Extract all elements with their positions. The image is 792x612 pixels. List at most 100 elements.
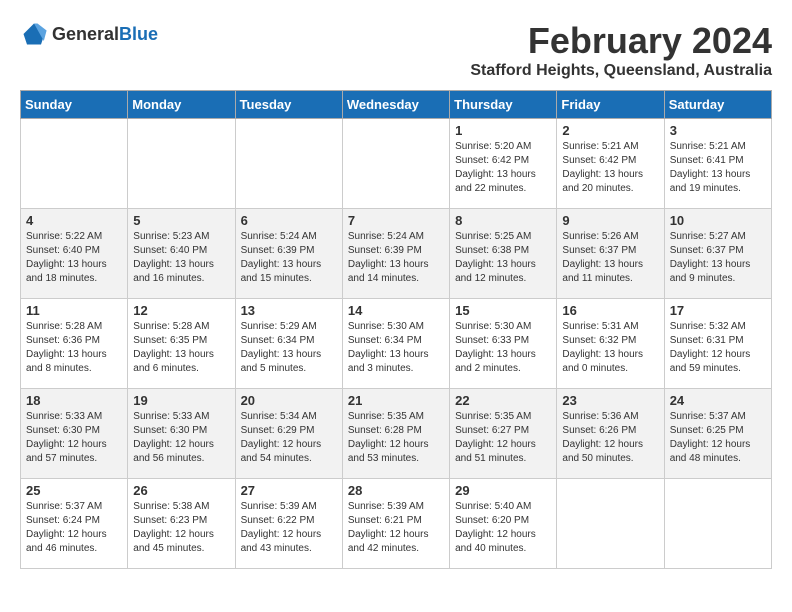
col-wednesday: Wednesday	[342, 91, 449, 119]
table-row: 14 Sunrise: 5:30 AM Sunset: 6:34 PM Dayli…	[342, 299, 449, 389]
cell-info: Sunrise: 5:39 AM Sunset: 6:22 PM Dayligh…	[241, 500, 337, 556]
title-block: February 2024 Stafford Heights, Queensla…	[470, 20, 772, 80]
table-row: 5 Sunrise: 5:23 AM Sunset: 6:40 PM Daylig…	[128, 209, 235, 299]
cell-day-number: 4	[26, 213, 122, 228]
table-row	[342, 119, 449, 209]
table-row	[664, 479, 771, 569]
cell-info: Sunrise: 5:37 AM Sunset: 6:25 PM Dayligh…	[670, 410, 766, 466]
cell-info: Sunrise: 5:23 AM Sunset: 6:40 PM Dayligh…	[133, 230, 229, 286]
table-row: 13 Sunrise: 5:29 AM Sunset: 6:34 PM Dayli…	[235, 299, 342, 389]
logo-general: General	[52, 24, 119, 44]
col-sunday: Sunday	[21, 91, 128, 119]
cell-info: Sunrise: 5:32 AM Sunset: 6:31 PM Dayligh…	[670, 320, 766, 376]
cell-info: Sunrise: 5:30 AM Sunset: 6:34 PM Dayligh…	[348, 320, 444, 376]
cell-day-number: 22	[455, 393, 551, 408]
calendar-table: Sunday Monday Tuesday Wednesday Thursday…	[20, 90, 772, 569]
cell-info: Sunrise: 5:25 AM Sunset: 6:38 PM Dayligh…	[455, 230, 551, 286]
cell-info: Sunrise: 5:20 AM Sunset: 6:42 PM Dayligh…	[455, 140, 551, 196]
page-header: GeneralBlue February 2024 Stafford Heigh…	[20, 20, 772, 80]
table-row: 10 Sunrise: 5:27 AM Sunset: 6:37 PM Dayli…	[664, 209, 771, 299]
cell-day-number: 23	[562, 393, 658, 408]
table-row: 6 Sunrise: 5:24 AM Sunset: 6:39 PM Daylig…	[235, 209, 342, 299]
table-row: 3 Sunrise: 5:21 AM Sunset: 6:41 PM Daylig…	[664, 119, 771, 209]
cell-info: Sunrise: 5:21 AM Sunset: 6:41 PM Dayligh…	[670, 140, 766, 196]
logo-blue: Blue	[119, 24, 158, 44]
col-monday: Monday	[128, 91, 235, 119]
col-tuesday: Tuesday	[235, 91, 342, 119]
cell-day-number: 5	[133, 213, 229, 228]
cell-info: Sunrise: 5:28 AM Sunset: 6:35 PM Dayligh…	[133, 320, 229, 376]
table-row: 25 Sunrise: 5:37 AM Sunset: 6:24 PM Dayli…	[21, 479, 128, 569]
cell-info: Sunrise: 5:31 AM Sunset: 6:32 PM Dayligh…	[562, 320, 658, 376]
cell-day-number: 20	[241, 393, 337, 408]
calendar-week-row: 25 Sunrise: 5:37 AM Sunset: 6:24 PM Dayli…	[21, 479, 772, 569]
table-row: 29Sunrise: 5:40 AM Sunset: 6:20 PM Dayli…	[450, 479, 557, 569]
calendar-week-row: 4 Sunrise: 5:22 AM Sunset: 6:40 PM Daylig…	[21, 209, 772, 299]
table-row: 28 Sunrise: 5:39 AM Sunset: 6:21 PM Dayli…	[342, 479, 449, 569]
cell-info: Sunrise: 5:36 AM Sunset: 6:26 PM Dayligh…	[562, 410, 658, 466]
cell-info: Sunrise: 5:33 AM Sunset: 6:30 PM Dayligh…	[133, 410, 229, 466]
logo-icon	[20, 20, 48, 48]
cell-info: Sunrise: 5:34 AM Sunset: 6:29 PM Dayligh…	[241, 410, 337, 466]
cell-day-number: 12	[133, 303, 229, 318]
cell-info: Sunrise: 5:38 AM Sunset: 6:23 PM Dayligh…	[133, 500, 229, 556]
table-row: 12 Sunrise: 5:28 AM Sunset: 6:35 PM Dayli…	[128, 299, 235, 389]
cell-info: Sunrise: 5:39 AM Sunset: 6:21 PM Dayligh…	[348, 500, 444, 556]
cell-info: Sunrise: 5:33 AM Sunset: 6:30 PM Dayligh…	[26, 410, 122, 466]
cell-day-number: 2	[562, 123, 658, 138]
cell-info: Sunrise: 5:27 AM Sunset: 6:37 PM Dayligh…	[670, 230, 766, 286]
cell-info: Sunrise: 5:21 AM Sunset: 6:42 PM Dayligh…	[562, 140, 658, 196]
cell-day-number: 3	[670, 123, 766, 138]
cell-day-number: 18	[26, 393, 122, 408]
table-row	[21, 119, 128, 209]
cell-day-number: 6	[241, 213, 337, 228]
cell-day-number: 7	[348, 213, 444, 228]
cell-info: Sunrise: 5:26 AM Sunset: 6:37 PM Dayligh…	[562, 230, 658, 286]
cell-day-number: 16	[562, 303, 658, 318]
cell-day-number: 10	[670, 213, 766, 228]
cell-day-number: 28	[348, 483, 444, 498]
col-friday: Friday	[557, 91, 664, 119]
cell-day-number: 9	[562, 213, 658, 228]
cell-day-number: 8	[455, 213, 551, 228]
calendar-week-row: 11Sunrise: 5:28 AM Sunset: 6:36 PM Dayli…	[21, 299, 772, 389]
table-row	[235, 119, 342, 209]
logo: GeneralBlue	[20, 20, 158, 48]
cell-day-number: 19	[133, 393, 229, 408]
calendar-location: Stafford Heights, Queensland, Australia	[470, 62, 772, 80]
table-row: 19 Sunrise: 5:33 AM Sunset: 6:30 PM Dayli…	[128, 389, 235, 479]
cell-day-number: 27	[241, 483, 337, 498]
cell-info: Sunrise: 5:35 AM Sunset: 6:28 PM Dayligh…	[348, 410, 444, 466]
calendar-title: February 2024	[470, 20, 772, 62]
cell-info: Sunrise: 5:37 AM Sunset: 6:24 PM Dayligh…	[26, 500, 122, 556]
table-row: 24 Sunrise: 5:37 AM Sunset: 6:25 PM Dayli…	[664, 389, 771, 479]
cell-info: Sunrise: 5:29 AM Sunset: 6:34 PM Dayligh…	[241, 320, 337, 376]
cell-day-number: 21	[348, 393, 444, 408]
col-thursday: Thursday	[450, 91, 557, 119]
table-row: 8 Sunrise: 5:25 AM Sunset: 6:38 PM Daylig…	[450, 209, 557, 299]
cell-day-number: 14	[348, 303, 444, 318]
cell-day-number: 25	[26, 483, 122, 498]
cell-info: Sunrise: 5:28 AM Sunset: 6:36 PM Dayligh…	[26, 320, 122, 376]
table-row: 17 Sunrise: 5:32 AM Sunset: 6:31 PM Dayli…	[664, 299, 771, 389]
calendar-week-row: 1 Sunrise: 5:20 AM Sunset: 6:42 PM Daylig…	[21, 119, 772, 209]
cell-day-number: 13	[241, 303, 337, 318]
cell-info: Sunrise: 5:30 AM Sunset: 6:33 PM Dayligh…	[455, 320, 551, 376]
cell-info: Sunrise: 5:24 AM Sunset: 6:39 PM Dayligh…	[348, 230, 444, 286]
table-row: 27 Sunrise: 5:39 AM Sunset: 6:22 PM Dayli…	[235, 479, 342, 569]
table-row: 21 Sunrise: 5:35 AM Sunset: 6:28 PM Dayli…	[342, 389, 449, 479]
cell-day-number: 17	[670, 303, 766, 318]
table-row: 22Sunrise: 5:35 AM Sunset: 6:27 PM Dayli…	[450, 389, 557, 479]
table-row: 15Sunrise: 5:30 AM Sunset: 6:33 PM Dayli…	[450, 299, 557, 389]
cell-day-number: 26	[133, 483, 229, 498]
calendar-week-row: 18 Sunrise: 5:33 AM Sunset: 6:30 PM Dayli…	[21, 389, 772, 479]
cell-info: Sunrise: 5:40 AM Sunset: 6:20 PM Dayligh…	[455, 500, 551, 556]
table-row: 2 Sunrise: 5:21 AM Sunset: 6:42 PM Daylig…	[557, 119, 664, 209]
table-row: 26 Sunrise: 5:38 AM Sunset: 6:23 PM Dayli…	[128, 479, 235, 569]
cell-info: Sunrise: 5:24 AM Sunset: 6:39 PM Dayligh…	[241, 230, 337, 286]
table-row: 9 Sunrise: 5:26 AM Sunset: 6:37 PM Daylig…	[557, 209, 664, 299]
col-saturday: Saturday	[664, 91, 771, 119]
cell-day-number: 1	[455, 123, 551, 138]
cell-day-number: 24	[670, 393, 766, 408]
cell-info: Sunrise: 5:22 AM Sunset: 6:40 PM Dayligh…	[26, 230, 122, 286]
